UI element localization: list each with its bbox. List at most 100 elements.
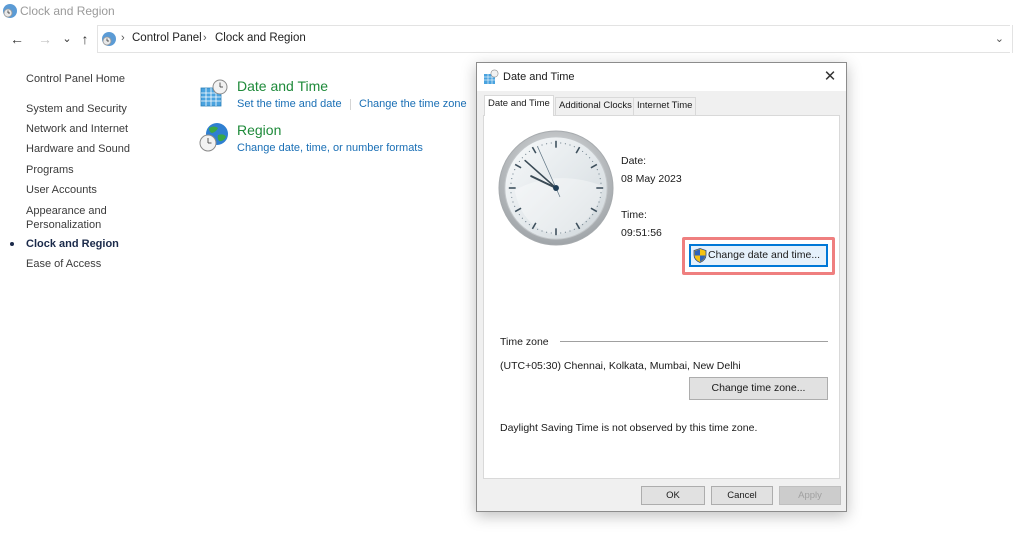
minute-dot — [596, 205, 598, 207]
sidebar-item-label: Clock and Region — [26, 238, 119, 250]
minute-dot — [569, 144, 571, 146]
analog-clock — [498, 130, 614, 246]
address-bar[interactable]: › Control Panel › Clock and Region ⌄ — [97, 25, 1010, 53]
recent-locations-button[interactable]: ⌄ — [59, 30, 75, 48]
window-titlebar: Clock and Region — [0, 0, 1024, 24]
category-title-date-and-time[interactable]: Date and Time — [237, 78, 328, 94]
change-time-zone-button[interactable]: Change time zone... — [689, 377, 828, 400]
minute-dot — [569, 230, 571, 232]
minute-dot — [550, 142, 552, 144]
sidebar-item-hardware-and-sound[interactable]: Hardware and Sound — [26, 142, 130, 156]
minute-dot — [525, 153, 527, 155]
breadcrumb-separator[interactable]: › — [121, 32, 125, 44]
minute-dot — [546, 231, 548, 233]
minute-dot — [537, 228, 539, 230]
date-value: 08 May 2023 — [621, 173, 682, 185]
address-dropdown-icon[interactable]: ⌄ — [995, 32, 1004, 45]
sidebar-item-ease-of-access[interactable]: Ease of Access — [26, 257, 101, 271]
ok-button[interactable]: OK — [641, 486, 705, 505]
minute-dot — [592, 160, 594, 163]
sidebar-item-appearance-line1[interactable]: Appearance and — [26, 204, 107, 218]
daylight-saving-note: Daylight Saving Time is not observed by … — [500, 422, 758, 434]
sidebar-item-network-and-internet[interactable]: Network and Internet — [26, 122, 128, 136]
minute-dot — [514, 205, 516, 207]
minute-dot — [598, 173, 600, 175]
minute-dot — [541, 144, 543, 146]
tab-panel-date-and-time: Date: 08 May 2023 Time: 09:51:56 Change … — [483, 115, 840, 479]
sidebar-item-clock-and-region[interactable]: Clock and Region — [10, 237, 119, 251]
sidebar-item-control-panel-home[interactable]: Control Panel Home — [26, 72, 125, 86]
minute-dot — [514, 169, 516, 171]
minute-dot — [546, 143, 548, 145]
minute-dot — [599, 196, 601, 198]
category-title-region[interactable]: Region — [237, 122, 281, 138]
minute-dot — [525, 221, 527, 223]
button-label: Change date and time... — [708, 249, 821, 261]
dialog-title: Date and Time — [503, 71, 575, 83]
minute-dot — [521, 157, 523, 159]
apply-button[interactable]: Apply — [779, 486, 841, 505]
sidebar-item-appearance-line2[interactable]: Personalization — [26, 218, 101, 232]
minute-dot — [511, 196, 513, 198]
tab-additional-clocks[interactable]: Additional Clocks — [555, 97, 636, 115]
minute-dot — [599, 178, 601, 180]
calendar-clock-icon — [200, 79, 228, 107]
globe-clock-icon — [199, 123, 228, 152]
date-time-icon — [484, 69, 499, 84]
sidebar-item-system-and-security[interactable]: System and Security — [26, 102, 127, 116]
minute-dot — [592, 213, 594, 216]
minute-dot — [512, 173, 514, 175]
control-panel-clock-icon — [102, 32, 116, 46]
forward-button[interactable]: → — [37, 30, 53, 48]
breadcrumb-control-panel[interactable]: Control Panel — [132, 32, 202, 44]
minute-dot — [581, 150, 584, 152]
link-set-time-and-date[interactable]: Set the time and date — [237, 98, 342, 110]
navigation-bar: ← → ⌄ ↑ › Control Panel › Clock and Regi… — [0, 24, 1024, 54]
time-zone-value: (UTC+05:30) Chennai, Kolkata, Mumbai, Ne… — [500, 360, 741, 372]
minute-dot — [512, 201, 514, 203]
up-button[interactable]: ↑ — [77, 30, 93, 48]
category-date-and-time: Date and Time Set the time and date Chan… — [199, 78, 479, 114]
minute-dot — [541, 230, 543, 232]
breadcrumb-separator[interactable]: › — [203, 32, 207, 44]
time-value: 09:51:56 — [621, 227, 662, 239]
minute-dot — [564, 231, 566, 233]
close-icon[interactable]: ✕ — [822, 67, 838, 85]
sidebar-item-user-accounts[interactable]: User Accounts — [26, 183, 97, 197]
minute-dot — [521, 217, 523, 219]
dialog-titlebar[interactable]: Date and Time ✕ — [477, 63, 846, 91]
minute-dot — [585, 153, 587, 155]
cancel-button[interactable]: Cancel — [711, 486, 773, 505]
tab-internet-time[interactable]: Internet Time — [633, 97, 697, 115]
date-label: Date: — [621, 155, 647, 167]
time-zone-label: Time zone — [500, 336, 549, 348]
link-change-time-zone[interactable]: Change the time zone — [359, 98, 467, 110]
active-bullet — [10, 242, 14, 246]
time-label: Time: — [621, 209, 647, 221]
sidebar-item-programs[interactable]: Programs — [26, 163, 74, 177]
minute-dot — [564, 143, 566, 145]
window-title: Clock and Region — [20, 4, 115, 18]
minute-dot — [585, 221, 587, 223]
link-separator — [350, 99, 351, 110]
link-change-formats[interactable]: Change date, time, or number formats — [237, 142, 423, 154]
minute-dot — [589, 217, 591, 219]
minute-dot — [596, 169, 598, 171]
minute-dot — [573, 146, 575, 148]
breadcrumb-clock-and-region[interactable]: Clock and Region — [215, 32, 306, 44]
control-panel-clock-icon — [3, 4, 17, 18]
clock-center — [553, 185, 559, 191]
time-zone-divider — [560, 341, 828, 342]
minute-dot — [518, 213, 520, 216]
change-date-and-time-button[interactable]: Change date and time... — [689, 244, 828, 267]
minute-dot — [510, 192, 512, 194]
tab-date-and-time[interactable]: Date and Time — [484, 95, 554, 116]
minute-dot — [600, 192, 602, 194]
address-divider — [1012, 25, 1013, 53]
minute-dot — [510, 182, 512, 184]
minute-dot — [573, 228, 575, 230]
back-button[interactable]: ← — [9, 30, 25, 48]
minute-dot — [581, 224, 584, 226]
minute-dot — [550, 232, 552, 234]
minute-dot — [560, 232, 562, 234]
